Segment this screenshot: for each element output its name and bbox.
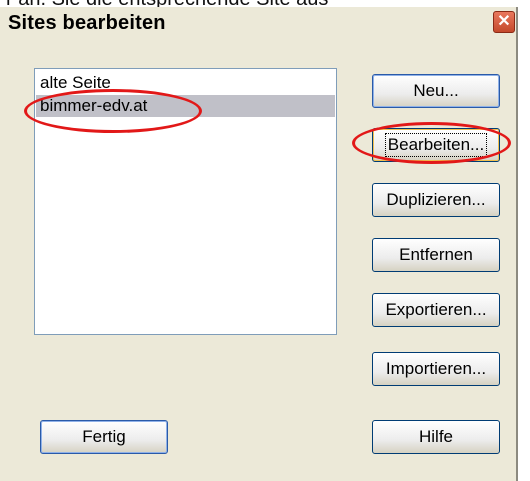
list-item[interactable]: alte Seite — [36, 72, 335, 94]
help-button[interactable]: Hilfe — [372, 420, 500, 454]
export-button[interactable]: Exportieren... — [372, 293, 500, 327]
list-item[interactable]: bimmer-edv.at — [36, 95, 335, 117]
sites-dialog: Sites bearbeiten ✕ alte Seite bimmer-edv… — [0, 7, 518, 481]
site-label: bimmer-edv.at — [40, 96, 148, 115]
help-button-label: Hilfe — [418, 427, 453, 446]
edit-button-label: Bearbeiten... — [384, 133, 488, 157]
remove-button-label: Entfernen — [399, 245, 473, 264]
new-button-label: Neu... — [413, 81, 459, 100]
remove-button[interactable]: Entfernen — [372, 238, 500, 272]
edit-button[interactable]: Bearbeiten... — [372, 128, 500, 162]
export-button-label: Exportieren... — [385, 300, 487, 319]
dialog-title: Sites bearbeiten — [8, 12, 166, 34]
close-icon: ✕ — [497, 13, 511, 30]
import-button-label: Importieren... — [385, 359, 487, 378]
sites-listbox[interactable]: alte Seite bimmer-edv.at — [34, 68, 337, 335]
done-button-label: Fertig — [82, 427, 126, 446]
duplicate-button-label: Duplizieren... — [386, 190, 486, 209]
import-button[interactable]: Importieren... — [372, 352, 500, 386]
close-button[interactable]: ✕ — [493, 11, 515, 33]
site-label: alte Seite — [40, 73, 111, 92]
dialog-titlebar[interactable]: Sites bearbeiten ✕ — [0, 7, 516, 41]
done-button[interactable]: Fertig — [40, 420, 168, 454]
duplicate-button[interactable]: Duplizieren... — [372, 183, 500, 217]
new-button[interactable]: Neu... — [372, 74, 500, 108]
